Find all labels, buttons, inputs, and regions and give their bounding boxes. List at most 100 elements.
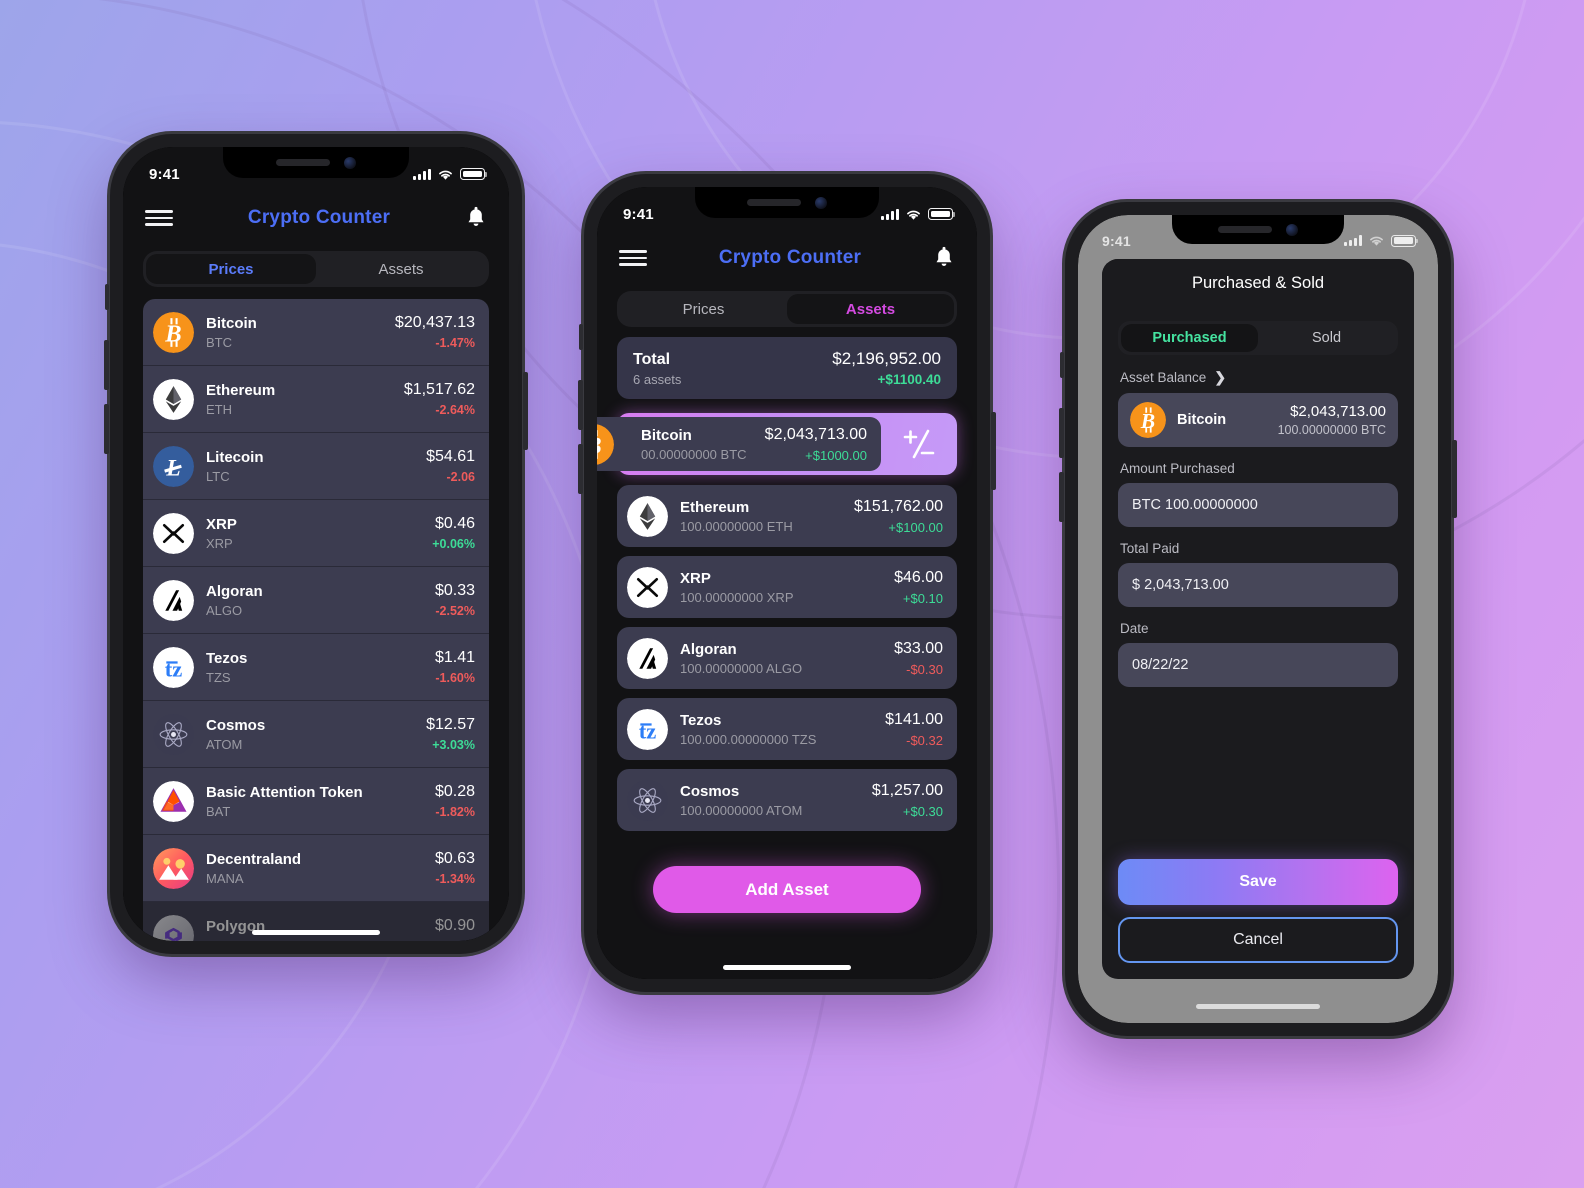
wifi-icon [907,210,920,220]
home-indicator [252,930,380,935]
coin-price: $54.61 [426,448,475,465]
litecoin-icon: L [153,445,194,487]
svg-text:tz: tz [165,656,183,681]
tab-assets[interactable]: Assets [316,254,486,284]
selected-asset-value: $2,043,713.00 [1290,403,1386,420]
selected-asset-name: Bitcoin [1177,412,1227,428]
asset-row[interactable]: XRP 100.00000000 XRP $46.00 +$0.10 [617,556,957,618]
power-button[interactable] [523,372,528,450]
sheet-actions: Save Cancel [1118,859,1398,963]
volume-down-button[interactable] [1059,472,1064,522]
mute-switch[interactable] [1060,352,1064,378]
bell-icon[interactable] [933,246,955,270]
price-row[interactable]: Ethereum ETH $1,517.62 -2.64% [143,366,489,433]
power-button[interactable] [1452,440,1457,518]
assets-list[interactable]: Ethereum 100.00000000 ETH $151,762.00 +$100… [617,485,957,840]
date-input[interactable]: 08/22/22 [1118,643,1398,687]
coin-symbol: ALGO [206,602,243,618]
hamburger-menu-icon[interactable] [619,250,647,266]
poster-canvas: 9:41 Crypto Counter Prices Assets B Bitc… [0,0,1584,1188]
tezos-icon: tz [153,646,194,688]
asset-row[interactable]: Cosmos 100.00000000 ATOM $1,257.00 +$0.30 [617,769,957,831]
earpiece-speaker [276,159,330,166]
price-row[interactable]: L Litecoin LTC $54.61 -2.06 [143,433,489,500]
asset-value: $151,762.00 [854,497,943,515]
app-bar: Crypto Counter [597,233,977,283]
asset-change: -$0.30 [906,661,943,677]
swiped-asset-row[interactable]: Bitcoin 00.00000000 BTC $2,043,713.00 +$… [597,413,957,475]
notch [1172,215,1344,244]
hamburger-menu-icon[interactable] [145,210,173,226]
coin-price: $0.33 [434,582,475,599]
price-row[interactable]: XRP XRP $0.46 +0.06% [143,500,489,567]
cellular-bars-icon [413,168,431,180]
purchased-sold-segmented-control[interactable]: Purchased Sold [1118,321,1398,355]
home-indicator [723,965,851,970]
volume-up-button[interactable] [1059,408,1064,458]
asset-row[interactable]: tz Tezos 100.000.00000000 TZS $141.00 -$0.3… [617,698,957,760]
price-row[interactable]: PolygonMATIC$0.90-2.97% [143,902,489,941]
coin-symbol: LTC [206,468,230,484]
asset-row[interactable]: Algoran 100.00000000 ALGO $33.00 -$0.30 [617,627,957,689]
tab-prices[interactable]: Prices [620,294,787,324]
price-row[interactable]: Cosmos ATOM $12.57 +3.03% [143,701,489,768]
volume-up-button[interactable] [104,340,109,390]
chevron-right-icon[interactable]: ❯ [1214,369,1226,386]
save-button[interactable]: Save [1118,859,1398,905]
algorand-icon [153,579,194,621]
svg-text:tz: tz [639,718,657,743]
date-label: Date [1120,621,1149,636]
asset-value: $33.00 [894,639,943,657]
total-asset-count: 6 assets [633,372,682,387]
tab-prices-label: Prices [682,300,725,318]
cellular-bars-icon [1344,235,1362,246]
prices-list[interactable]: B Bitcoin BTC $20,437.13 -1.47% Ethereum ETH… [143,299,489,941]
swiped-asset-row-content[interactable]: Bitcoin 00.00000000 BTC $2,043,713.00 +$… [597,417,881,471]
decentraland-icon [153,847,194,889]
phone-purchase-form: 9:41 Purchased & Sold Purchased Sold Ass… [1059,202,1457,1036]
volume-down-button[interactable] [104,404,109,454]
prices-assets-segmented-control[interactable]: Prices Assets [617,291,957,327]
add-asset-button[interactable]: Add Asset [653,866,921,913]
asset-quantity: 100.00000000 ATOM [680,802,803,818]
coin-price: $0.28 [434,783,475,800]
plus-minus-icon[interactable] [881,413,957,475]
cancel-button[interactable]: Cancel [1118,917,1398,963]
volume-up-button[interactable] [578,380,583,430]
app-bar: Crypto Counter [123,193,509,243]
asset-change: +$100.00 [888,519,943,535]
tab-purchased[interactable]: Purchased [1121,324,1258,352]
asset-balance-label-row[interactable]: Asset Balance ❯ [1120,369,1398,386]
app-title: Crypto Counter [718,247,862,268]
sheet-title: Purchased & Sold [1102,259,1414,307]
asset-row[interactable]: Ethereum 100.00000000 ETH $151,762.00 +$100… [617,485,957,547]
tab-assets[interactable]: Assets [787,294,954,324]
tab-assets-label: Assets [378,260,424,278]
mute-switch[interactable] [105,284,109,310]
price-row[interactable]: Algoran ALGO $0.33 -2.52% [143,567,489,634]
asset-name: XRP [680,569,711,587]
tab-prices[interactable]: Prices [146,254,316,284]
price-row[interactable]: Decentraland MANA $0.63 -1.34% [143,835,489,902]
tab-sold[interactable]: Sold [1258,324,1395,352]
notch [223,147,409,178]
status-time: 9:41 [149,165,180,183]
total-paid-input[interactable]: $ 2,043,713.00 [1118,563,1398,607]
bell-icon[interactable] [465,206,487,230]
selected-asset-card[interactable]: B Bitcoin $2,043,713.00 100.00000000 BTC [1118,393,1398,447]
coin-price: $20,437.13 [394,314,475,331]
mute-switch[interactable] [579,324,583,350]
wifi-icon [439,170,452,180]
volume-down-button[interactable] [578,444,583,494]
price-row[interactable]: Basic Attention Token BAT $0.28 -1.82% [143,768,489,835]
price-row[interactable]: tz Tezos TZS $1.41 -1.60% [143,634,489,701]
asset-name: Ethereum [680,498,750,516]
amount-purchased-input[interactable]: BTC 100.00000000 [1118,483,1398,527]
coin-change: -2.64% [435,403,475,417]
price-row[interactable]: B Bitcoin BTC $20,437.13 -1.47% [143,299,489,366]
prices-assets-segmented-control[interactable]: Prices Assets [143,251,489,287]
coin-change: +0.06% [432,537,475,551]
coin-price: $1,517.62 [403,381,475,398]
power-button[interactable] [991,412,996,490]
asset-name: Cosmos [680,782,740,800]
